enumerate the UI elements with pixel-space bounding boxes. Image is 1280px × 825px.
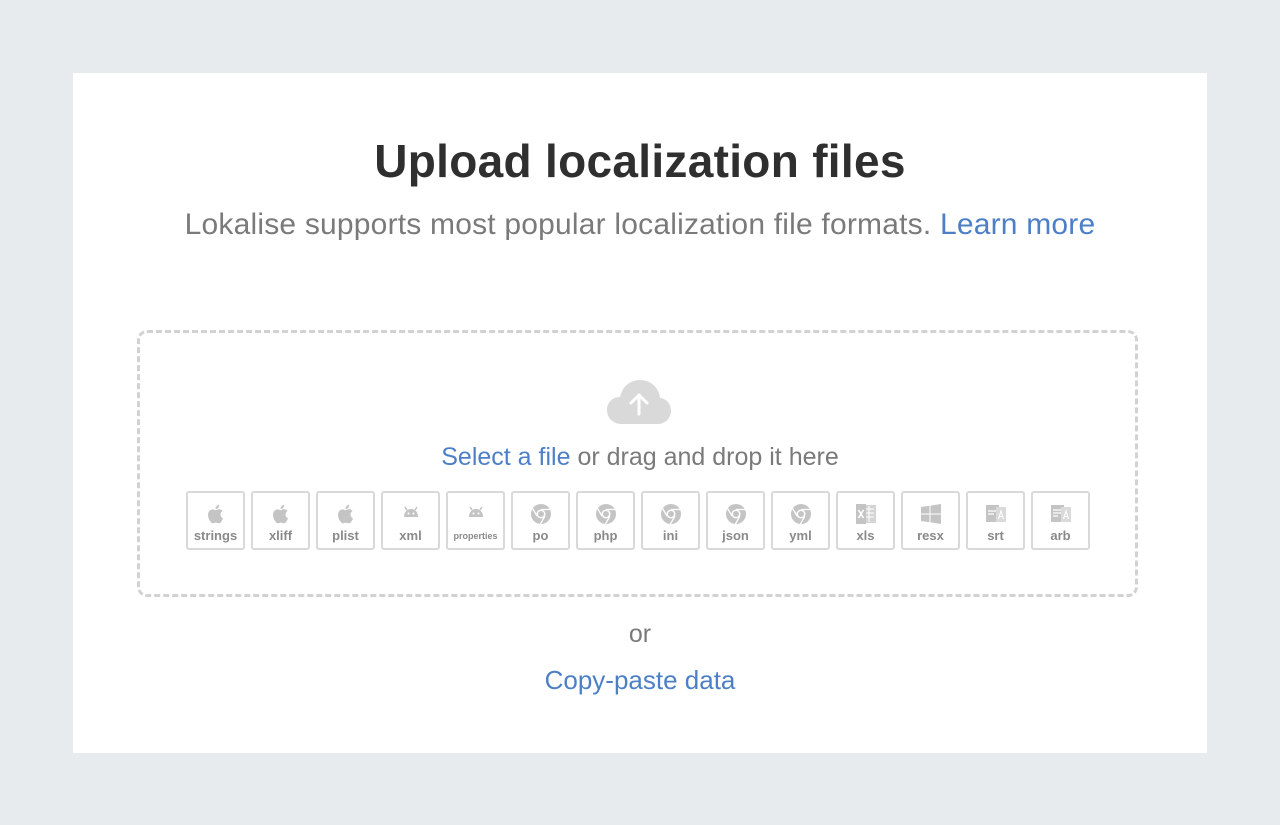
apple-icon	[334, 502, 358, 526]
page-subtitle: Lokalise supports most popular localizat…	[0, 208, 1280, 242]
subtitle-icon	[984, 502, 1008, 526]
chrome-icon	[594, 502, 618, 526]
format-label: xml	[399, 528, 422, 543]
windows-icon	[919, 502, 943, 526]
chrome-icon	[529, 502, 553, 526]
format-php: php	[576, 491, 635, 550]
format-plist: plist	[316, 491, 375, 550]
arb-icon	[1049, 502, 1073, 526]
format-label: plist	[332, 528, 359, 543]
chrome-icon	[724, 502, 748, 526]
learn-more-link[interactable]: Learn more	[940, 208, 1095, 241]
apple-icon	[269, 502, 293, 526]
format-properties: properties	[446, 491, 505, 550]
format-arb: arb	[1031, 491, 1090, 550]
format-label: arb	[1050, 528, 1071, 543]
format-xml: xml	[381, 491, 440, 550]
format-resx: resx	[901, 491, 960, 550]
format-label: xliff	[268, 528, 293, 543]
apple-icon	[204, 502, 228, 526]
format-xls: xls	[836, 491, 895, 550]
format-label: properties	[453, 531, 498, 541]
drag-drop-text: or drag and drop it here	[570, 443, 839, 471]
format-label: strings	[193, 528, 238, 543]
select-file-line: Select a file or drag and drop it here	[0, 443, 1280, 472]
format-label: xls	[856, 528, 875, 543]
format-label: resx	[917, 528, 944, 543]
format-po: po	[511, 491, 570, 550]
format-label: php	[593, 528, 618, 543]
format-label: srt	[987, 528, 1004, 543]
format-json: json	[706, 491, 765, 550]
excel-icon	[854, 502, 878, 526]
select-file-link[interactable]: Select a file	[441, 443, 570, 471]
copy-paste-line: Copy-paste data	[0, 665, 1280, 696]
page-title: Upload localization files	[374, 135, 906, 187]
chrome-icon	[789, 502, 813, 526]
format-ini: ini	[641, 491, 700, 550]
format-list: strings xliff plist xml properties po php ini js…	[186, 491, 1090, 551]
format-srt: srt	[966, 491, 1025, 550]
copy-paste-link[interactable]: Copy-paste data	[545, 665, 736, 695]
format-strings: strings	[186, 491, 245, 550]
format-label: yml	[789, 528, 812, 543]
format-yml: yml	[771, 491, 830, 550]
subtitle-text: Lokalise supports most popular localizat…	[184, 208, 932, 241]
format-label: ini	[662, 528, 679, 543]
chrome-icon	[659, 502, 683, 526]
android-icon	[399, 502, 423, 526]
format-label: json	[722, 528, 749, 543]
cloud-upload-icon	[607, 380, 671, 424]
or-divider-text: or	[628, 620, 652, 648]
format-label: po	[532, 528, 549, 543]
format-xliff: xliff	[251, 491, 310, 550]
android-icon	[464, 502, 488, 526]
